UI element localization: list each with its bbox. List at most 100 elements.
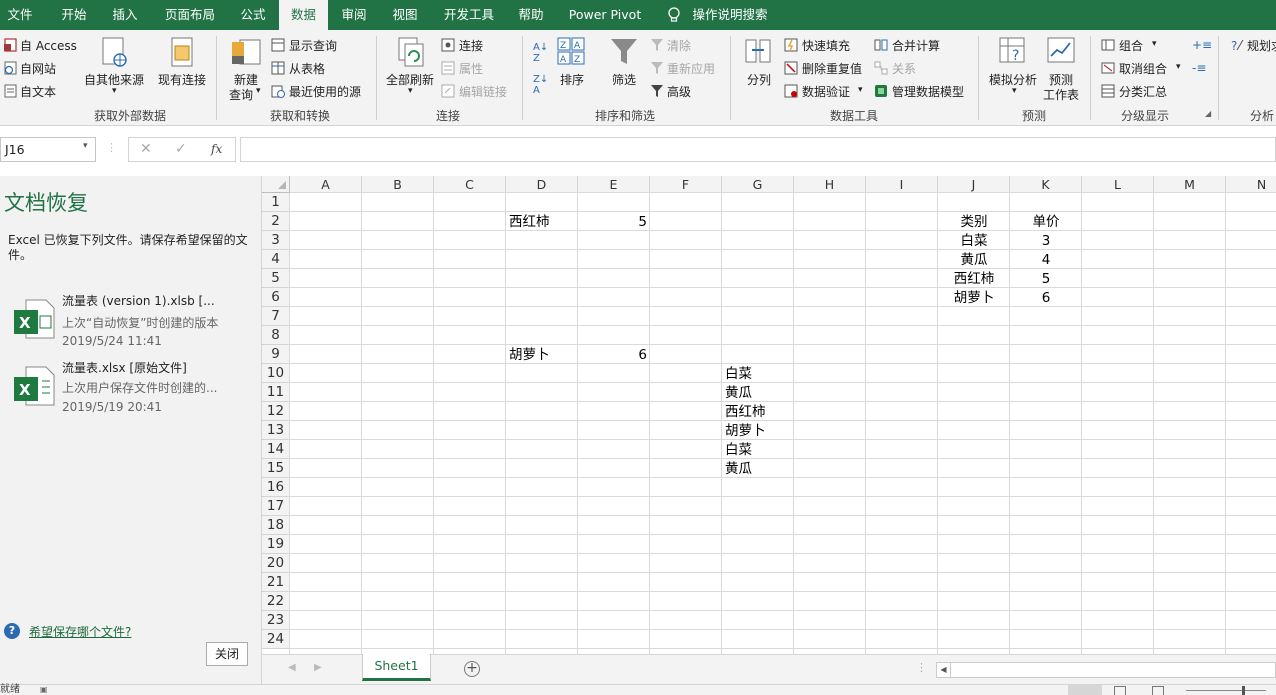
cell-e9[interactable]: 6 [578, 346, 650, 364]
forecast-sheet-button-line2[interactable]: 工作表 [1043, 86, 1079, 103]
insert-function-icon[interactable]: fx [211, 142, 222, 156]
sort-ascending-icon[interactable]: A↓ Z [533, 42, 548, 64]
cell-d9[interactable]: 胡萝卜 [506, 346, 578, 364]
manage-data-model-button[interactable]: 管理数据模型 [892, 83, 964, 100]
scroll-left-icon[interactable]: ◀ [937, 663, 951, 677]
cell-k3[interactable]: 3 [1010, 232, 1082, 250]
tab-formulas[interactable]: 公式 [231, 0, 275, 30]
help-link[interactable]: 希望保存哪个文件? [29, 623, 131, 640]
from-web-button[interactable]: 自网站 [20, 60, 56, 77]
group-label-analysis: 分析 [1250, 109, 1275, 123]
page-layout-view-icon[interactable] [1114, 686, 1126, 695]
hide-detail-icon[interactable]: -≡ [1192, 61, 1206, 75]
tab-power-pivot[interactable]: Power Pivot [563, 0, 647, 30]
add-sheet-icon[interactable]: + [464, 661, 480, 677]
enter-icon[interactable]: ✓ [175, 141, 187, 157]
sheet-tab-sheet1[interactable]: Sheet1 [362, 654, 431, 681]
cell-g12[interactable]: 西红柿 [722, 403, 794, 421]
sort-descending-icon[interactable]: Z↓ A [533, 74, 548, 96]
advanced-filter-icon [651, 85, 663, 97]
scrollbar-thumb[interactable] [953, 664, 1273, 676]
group-label-forecast: 预测 [1021, 109, 1046, 123]
group-separator [376, 36, 377, 120]
subtotal-button[interactable]: 分类汇总 [1119, 83, 1167, 100]
recent-sources-button[interactable]: 最近使用的源 [289, 83, 361, 100]
cell-d2[interactable]: 西红柿 [506, 213, 578, 231]
connections-button[interactable]: 连接 [459, 37, 483, 54]
properties-icon [441, 61, 455, 75]
page-break-view-icon[interactable] [1152, 686, 1164, 695]
chevron-down-icon: ▾ [408, 86, 413, 96]
cell-j2[interactable]: 类别 [938, 213, 1010, 231]
new-query-button-line2[interactable]: 查询 [229, 86, 253, 103]
flash-fill-button[interactable]: 快速填充 [802, 37, 850, 54]
normal-view-icon[interactable] [1068, 685, 1102, 695]
cell-g15[interactable]: 黄瓜 [722, 460, 794, 478]
show-queries-button[interactable]: 显示查询 [289, 37, 337, 54]
tab-page-layout[interactable]: 页面布局 [157, 0, 223, 30]
tab-home[interactable]: 开始 [52, 0, 96, 30]
remove-duplicates-button[interactable]: 删除重复值 [802, 60, 862, 77]
cell-j3[interactable]: 白菜 [938, 232, 1010, 250]
split-handle-icon[interactable]: ⋮ [916, 661, 927, 674]
advanced-filter-button[interactable]: 高级 [667, 83, 691, 100]
tab-help[interactable]: 帮助 [509, 0, 553, 30]
name-box-value[interactable]: J16 [5, 142, 25, 157]
cell-k4[interactable]: 4 [1010, 251, 1082, 269]
tab-data[interactable]: 数据 [279, 0, 328, 30]
cell-j6[interactable]: 胡萝卜 [938, 289, 1010, 307]
edit-links-button[interactable]: 编辑链接 [459, 83, 507, 100]
cell-g13[interactable]: 胡萝卜 [722, 422, 794, 440]
from-access-button[interactable]: 自 Access [20, 37, 77, 54]
zoom-slider[interactable] [1186, 690, 1266, 691]
prev-sheet-icon[interactable]: ◀ [288, 662, 296, 673]
ungroup-button[interactable]: 取消组合 [1119, 60, 1167, 77]
cell-k6[interactable]: 6 [1010, 289, 1082, 307]
properties-button[interactable]: 属性 [459, 60, 483, 77]
reapply-button[interactable]: 重新应用 [667, 60, 715, 77]
tab-review[interactable]: 审阅 [332, 0, 376, 30]
cell-g14[interactable]: 白菜 [722, 441, 794, 459]
what-if-icon: ? [999, 37, 1025, 64]
macro-record-icon[interactable]: ▣ [40, 685, 48, 695]
chevron-down-icon[interactable]: ▾ [83, 141, 88, 151]
tab-insert[interactable]: 插入 [103, 0, 147, 30]
text-to-columns-button[interactable]: 分列 [747, 71, 771, 88]
show-detail-icon[interactable]: +≡ [1192, 38, 1212, 52]
tab-developer[interactable]: 开发工具 [436, 0, 502, 30]
sort-button[interactable]: 排序 [560, 71, 584, 88]
cell-k2[interactable]: 单价 [1010, 213, 1082, 231]
clear-button[interactable]: 清除 [667, 37, 691, 54]
data-validation-button[interactable]: 数据验证 [802, 83, 850, 100]
existing-connections-button[interactable]: 现有连接 [158, 71, 206, 88]
zoom-slider-thumb[interactable] [1242, 686, 1245, 695]
recovered-file-item[interactable]: X 流量表 (version 1).xlsb [... 上次“自动恢复”时创建的… [6, 288, 256, 352]
cell-g11[interactable]: 黄瓜 [722, 384, 794, 402]
consolidate-button[interactable]: 合并计算 [892, 37, 940, 54]
horizontal-scrollbar[interactable]: ◀ [936, 662, 1276, 678]
formula-input[interactable] [240, 137, 1276, 162]
name-box[interactable]: J16 ▾ [0, 137, 96, 162]
filter-button[interactable]: 筛选 [612, 71, 636, 88]
cell-k5[interactable]: 5 [1010, 270, 1082, 288]
cell-j5[interactable]: 西红柿 [938, 270, 1010, 288]
worksheet-grid[interactable]: ABCDEFGHIJKLMN 1 2 3 4 5 6 7 8 9 10 11 12 13 14 15 16 17… [262, 176, 1276, 654]
tell-me-search[interactable]: 操作说明搜索 [690, 0, 770, 30]
filter-icon [611, 39, 637, 64]
cell-j4[interactable]: 黄瓜 [938, 251, 1010, 269]
group-button[interactable]: 组合 [1119, 37, 1143, 54]
cell-e2[interactable]: 5 [578, 213, 650, 231]
solver-button[interactable]: 规划求 [1247, 37, 1276, 54]
from-text-button[interactable]: 自文本 [20, 83, 56, 100]
tab-view[interactable]: 视图 [383, 0, 427, 30]
dialog-launcher-icon[interactable]: ◢ [1205, 109, 1211, 118]
tab-file[interactable]: 文件 [0, 0, 40, 30]
from-table-button[interactable]: 从表格 [289, 60, 325, 77]
relationships-button[interactable]: 关系 [892, 60, 916, 77]
cell-g10[interactable]: 白菜 [722, 365, 794, 383]
close-pane-button[interactable]: 关闭 [206, 642, 248, 666]
cancel-icon[interactable]: ✕ [140, 141, 152, 157]
help-icon[interactable]: ? [4, 623, 20, 639]
next-sheet-icon[interactable]: ▶ [314, 662, 322, 673]
recovered-file-item[interactable]: X 流量表.xlsx [原始文件] 上次用户保存文件时创建的... 2019/5… [6, 355, 256, 419]
